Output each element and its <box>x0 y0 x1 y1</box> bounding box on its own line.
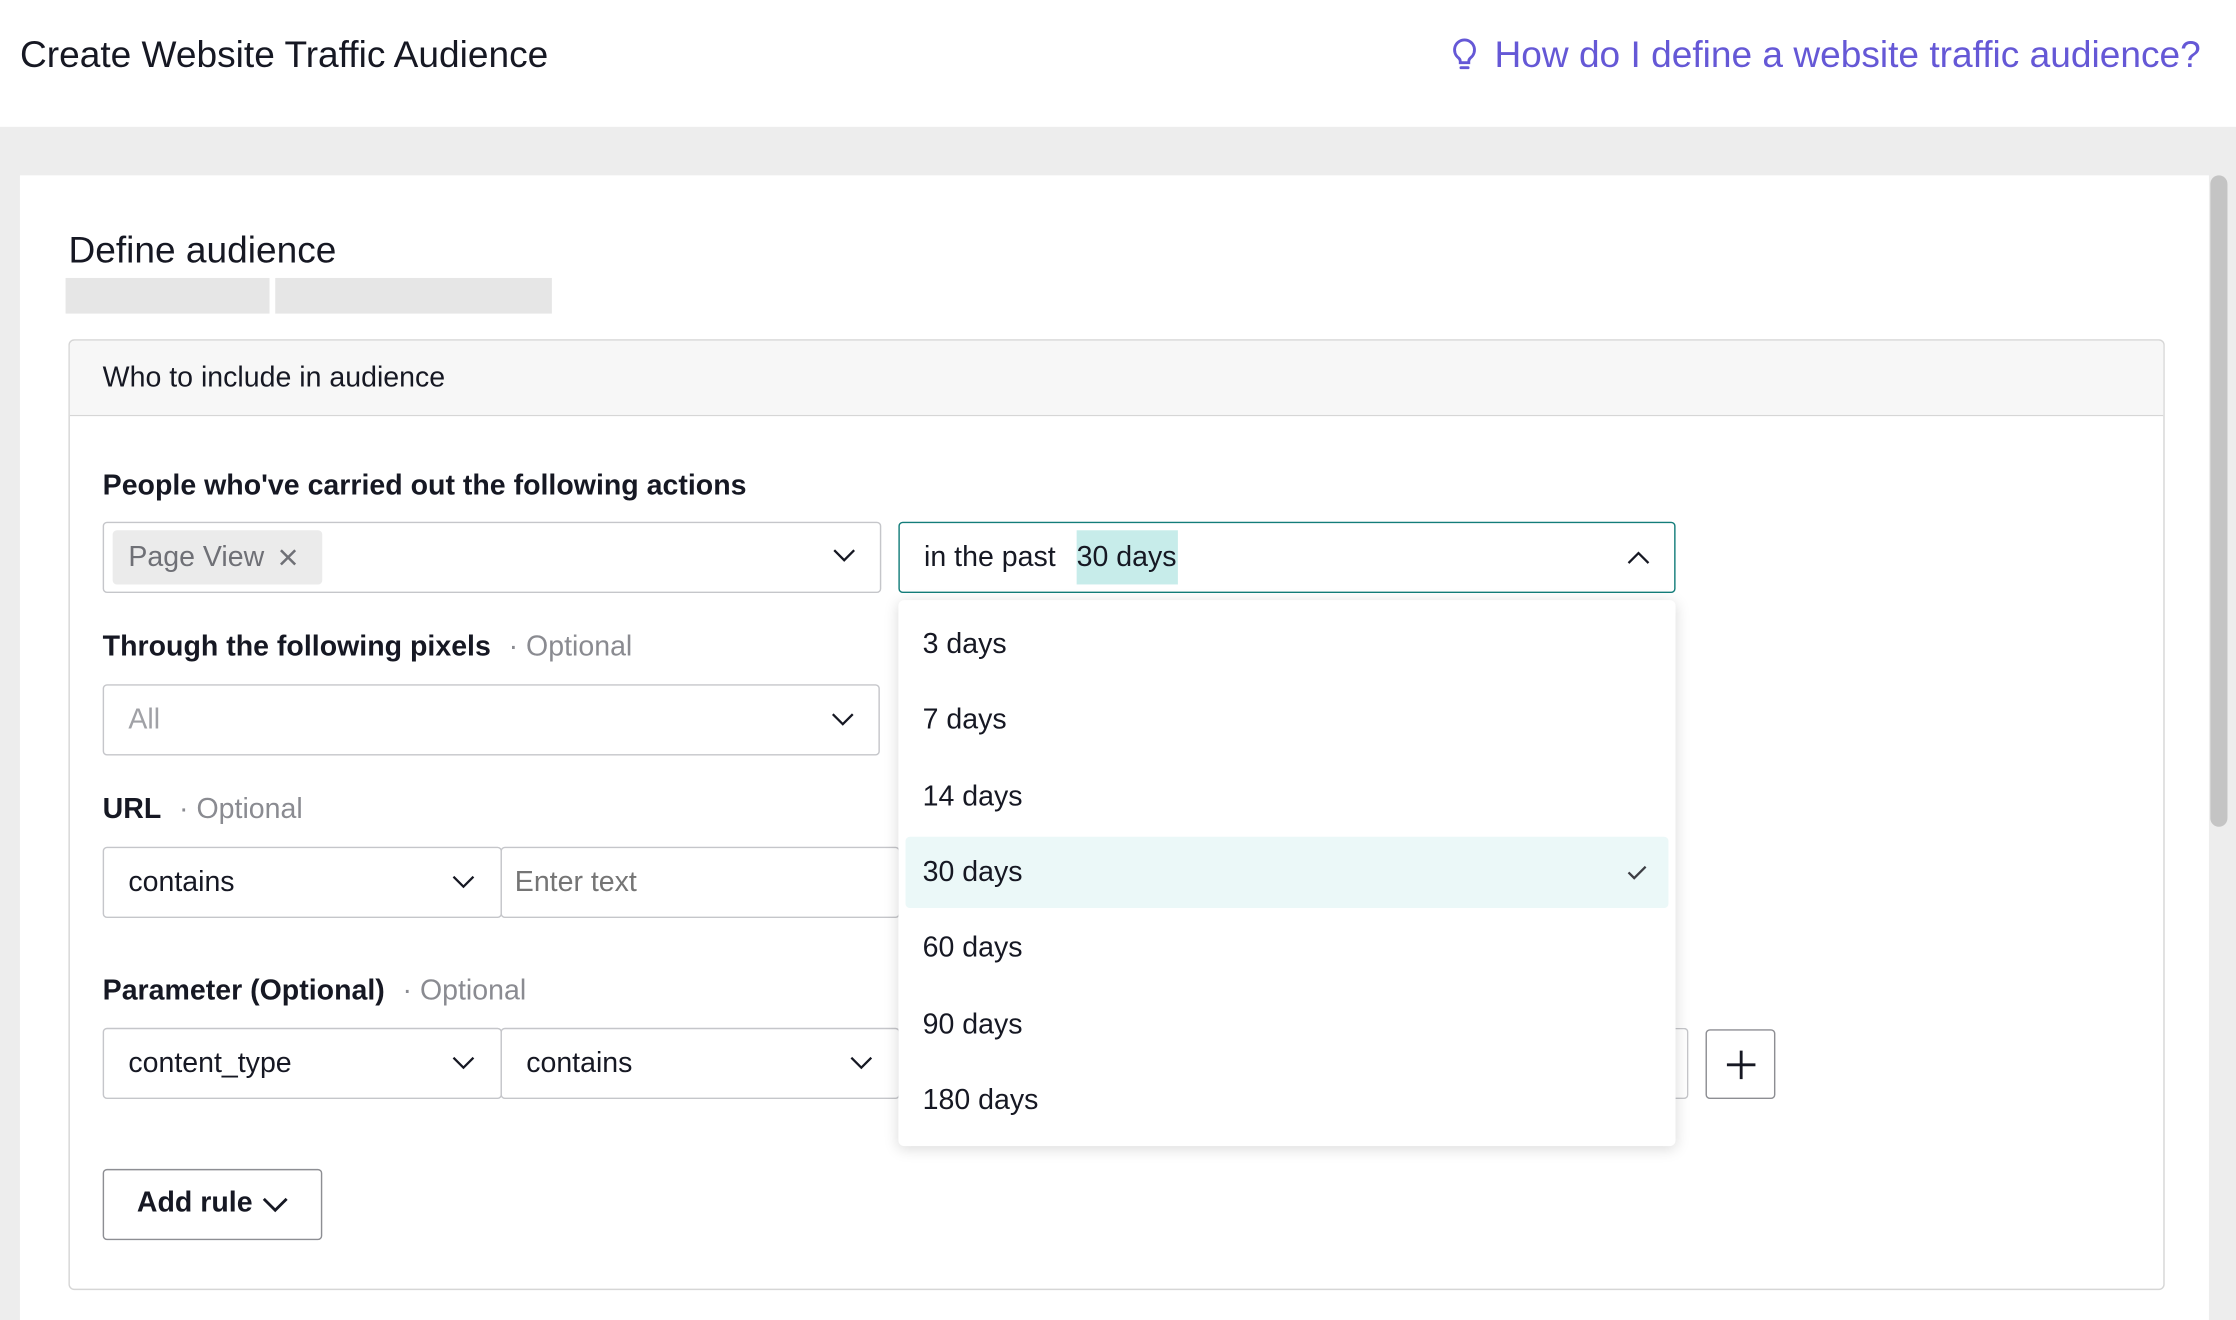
check-icon <box>1627 865 1647 880</box>
chevron-down-icon <box>452 875 475 889</box>
optional-hint: · Optional <box>508 631 633 663</box>
param-key-value: content_type <box>128 1047 292 1080</box>
action-tag-label: Page View <box>128 540 265 573</box>
pixels-label-row: Through the following pixels · Optional <box>103 629 633 666</box>
url-operator-value: contains <box>128 866 235 899</box>
redacted-text <box>65 277 270 314</box>
panel-title: Who to include in audience <box>102 362 446 394</box>
chevron-down-icon <box>850 1056 873 1070</box>
param-operator-value: contains <box>526 1047 633 1080</box>
url-label: URL <box>102 793 162 826</box>
pixels-value: All <box>128 704 161 736</box>
url-label-row: URL · Optional <box>103 791 303 828</box>
time-option[interactable]: 7 days <box>906 685 1669 756</box>
time-option-label: 7 days <box>922 704 1007 737</box>
optional-hint: · Optional <box>179 793 303 826</box>
chevron-down-icon <box>452 1056 475 1070</box>
add-rule-label: Add rule <box>136 1187 253 1219</box>
add-rule-button[interactable]: Add rule <box>102 1168 323 1241</box>
url-text-input[interactable] <box>500 846 900 919</box>
time-option[interactable]: 14 days <box>906 761 1669 832</box>
param-operator-select[interactable]: contains <box>500 1027 900 1100</box>
chevron-down-icon <box>262 1197 288 1213</box>
chevron-up-icon <box>1627 551 1650 564</box>
help-link[interactable]: How do I define a website traffic audien… <box>1449 31 2201 77</box>
time-option-label: 30 days <box>922 856 1023 889</box>
scrollbar[interactable] <box>2210 175 2228 827</box>
time-option[interactable]: 60 days <box>906 913 1669 984</box>
time-option-label: 90 days <box>922 1008 1023 1041</box>
url-operator-select[interactable]: contains <box>102 846 502 919</box>
page-title: Create Website Traffic Audience <box>19 32 549 76</box>
time-option[interactable]: 3 days <box>906 609 1669 680</box>
section-title: Define audience <box>68 228 337 271</box>
time-option-label: 14 days <box>922 780 1023 813</box>
add-parameter-button[interactable] <box>1705 1029 1776 1100</box>
actions-label: People who've carried out the following … <box>102 470 747 502</box>
action-tag-page-view: Page View <box>112 530 323 585</box>
redacted-text <box>275 277 552 314</box>
time-window-prefix: in the past <box>924 541 1056 574</box>
time-option-label: 60 days <box>922 932 1023 965</box>
param-label-row: Parameter (Optional) · Optional <box>103 972 527 1009</box>
plus-icon <box>1726 1050 1756 1080</box>
close-icon[interactable] <box>278 547 298 567</box>
time-option-label: 180 days <box>922 1084 1039 1117</box>
optional-hint: · Optional <box>402 975 527 1007</box>
time-window-value: 30 days <box>1076 530 1178 585</box>
param-label: Parameter (Optional) <box>102 975 385 1007</box>
time-option[interactable]: 90 days <box>906 989 1669 1060</box>
pixels-select[interactable]: All <box>102 684 880 756</box>
lightbulb-icon <box>1453 38 1476 70</box>
chevron-down-icon <box>833 549 855 562</box>
chevron-down-icon <box>831 713 854 726</box>
time-option[interactable]: 180 days <box>906 1065 1669 1136</box>
time-option[interactable]: 30 days <box>905 836 1669 909</box>
time-option-label: 3 days <box>922 628 1007 661</box>
pixels-label: Through the following pixels <box>102 631 491 663</box>
help-link-label: How do I define a website traffic audien… <box>1494 32 2201 76</box>
param-key-select[interactable]: content_type <box>102 1027 502 1100</box>
